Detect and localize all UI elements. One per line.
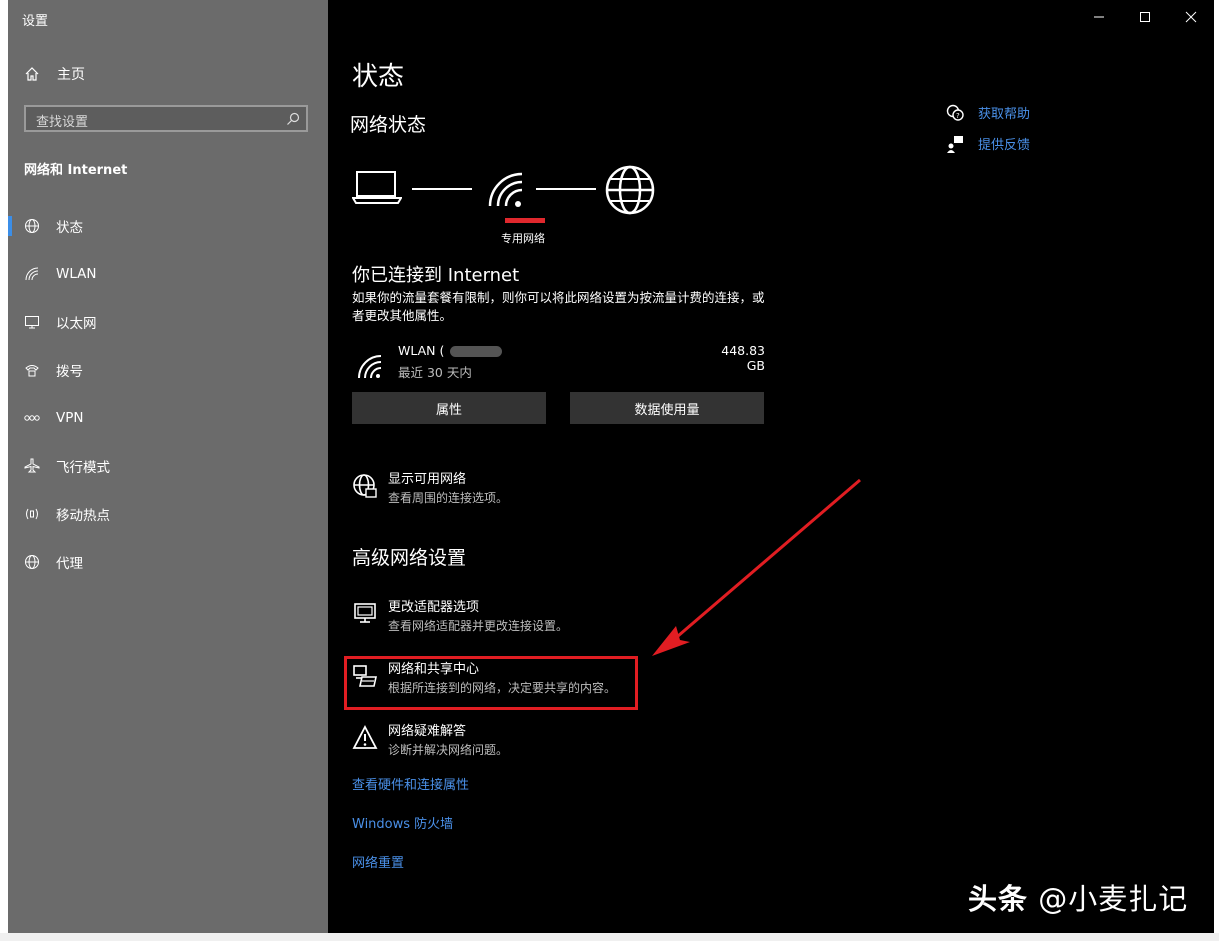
sidebar-section-title: 网络和 Internet [24, 163, 128, 178]
wifi-adapter-icon [358, 355, 382, 379]
show-networks-title: 显示可用网络 [388, 472, 467, 487]
sidebar-item-status[interactable]: 状态 [8, 202, 328, 250]
sidebar-item-label: 飞行模式 [56, 460, 110, 476]
troubleshoot-title: 网络疑难解答 [388, 724, 467, 739]
sidebar-item-wlan[interactable]: WLAN [8, 250, 328, 298]
warning-icon [352, 725, 378, 749]
advanced-settings-heading: 高级网络设置 [352, 547, 467, 569]
wifi-icon [24, 266, 40, 282]
help-chat-icon: ? [946, 104, 964, 121]
sidebar-home[interactable]: 主页 [24, 63, 85, 85]
ethernet-icon [24, 314, 40, 330]
sidebar-item-hotspot[interactable]: 移动热点 [8, 490, 328, 538]
adapter-options-item[interactable]: 更改适配器选项 查看网络适配器并更改连接设置。 [352, 599, 568, 635]
window-title: 设置 [22, 14, 49, 29]
dialup-icon [24, 362, 40, 378]
search-icon[interactable] [286, 112, 300, 126]
sidebar-item-label: VPN [56, 410, 84, 426]
sidebar-item-label: WLAN [56, 266, 97, 282]
minimize-button[interactable] [1076, 0, 1122, 34]
minimize-icon [1094, 16, 1104, 18]
maximize-icon [1140, 12, 1150, 22]
internet-globe-icon [605, 165, 655, 215]
feedback-icon [947, 135, 963, 153]
taskbar-strip [0, 933, 1219, 941]
troubleshoot-item[interactable]: 网络疑难解答 诊断并解决网络问题。 [352, 723, 508, 759]
connection-status-desc: 如果你的流量套餐有限制，则你可以将此网络设置为按流量计费的连接，或者更改其他属性… [352, 290, 765, 323]
sidebar-nav: 状态 WLAN 以太网 拨号 VPN 飞行模式 移动热点 代理 [8, 202, 328, 586]
adapter-icon [354, 603, 376, 623]
network-diagram: 专用网络 [352, 160, 672, 250]
hardware-properties-link[interactable]: 查看硬件和连接属性 [352, 774, 469, 793]
properties-button[interactable]: 属性 [352, 392, 546, 424]
globe-icon [24, 554, 40, 570]
settings-window: 设置 主页 查找设置 网络和 Internet 状态 WLAN 以太网 拨号 V… [8, 0, 1214, 933]
feedback-label: 提供反馈 [978, 138, 1031, 153]
sidebar-item-ethernet[interactable]: 以太网 [8, 298, 328, 346]
sidebar-item-airplane[interactable]: 飞行模式 [8, 442, 328, 490]
available-networks-icon [353, 474, 377, 498]
watermark: 头条 @小麦扎记 [968, 882, 1189, 916]
hotspot-icon [24, 506, 40, 522]
adapter-options-desc: 查看网络适配器并更改连接设置。 [388, 619, 569, 633]
main-content: 状态 网络状态 专用网络 你已连接到 Internet 如果你的流量套餐有限制，… [328, 0, 1214, 933]
home-icon [25, 67, 39, 81]
highlight-box [344, 656, 638, 710]
connection-line [412, 188, 472, 190]
home-label: 主页 [57, 67, 85, 83]
get-help-label: 获取帮助 [978, 107, 1031, 122]
maximize-button[interactable] [1122, 0, 1168, 34]
firewall-link[interactable]: Windows 防火墙 [352, 813, 453, 832]
connection-status-title: 你已连接到 Internet [352, 265, 520, 286]
redacted-network-name [505, 218, 545, 223]
connection-line [536, 188, 596, 190]
adapter-usage-period: 最近 30 天内 [398, 365, 472, 380]
close-icon [1185, 11, 1197, 23]
sidebar-item-label: 移动热点 [56, 508, 110, 524]
redacted-ssid [450, 346, 503, 357]
search-placeholder: 查找设置 [36, 115, 89, 130]
data-usage-button[interactable]: 数据使用量 [570, 392, 764, 424]
svg-text:?: ? [956, 112, 960, 120]
window-controls [1076, 0, 1214, 34]
laptop-icon [352, 171, 402, 204]
network-status-heading: 网络状态 [350, 114, 427, 136]
sidebar-item-vpn[interactable]: VPN [8, 394, 328, 442]
adapter-name: WLAN ( [398, 343, 503, 358]
search-input[interactable]: 查找设置 [24, 105, 308, 132]
globe-icon [24, 218, 40, 234]
close-button[interactable] [1168, 0, 1214, 34]
show-networks-desc: 查看周围的连接选项。 [388, 491, 509, 505]
adapter-data-used: 448.83 GB [721, 343, 765, 373]
network-profile-label: 专用网络 [501, 232, 545, 245]
sidebar-item-label: 代理 [56, 556, 83, 572]
show-networks-item[interactable]: 显示可用网络 查看周围的连接选项。 [352, 471, 508, 507]
troubleshoot-desc: 诊断并解决网络问题。 [388, 743, 509, 757]
feedback-link[interactable]: 提供反馈 [946, 134, 1030, 153]
sidebar-item-label: 以太网 [56, 316, 97, 332]
sidebar-item-dialup[interactable]: 拨号 [8, 346, 328, 394]
adapter-options-title: 更改适配器选项 [388, 600, 480, 615]
annotation-arrow [652, 478, 861, 656]
sidebar: 设置 主页 查找设置 网络和 Internet 状态 WLAN 以太网 拨号 V… [8, 0, 328, 933]
airplane-icon [24, 458, 40, 474]
network-reset-link[interactable]: 网络重置 [352, 852, 404, 871]
wifi-signal-icon [488, 172, 523, 207]
vpn-icon [24, 410, 40, 426]
page-title: 状态 [352, 62, 405, 92]
get-help-link[interactable]: ? 获取帮助 [946, 103, 1030, 122]
sidebar-item-proxy[interactable]: 代理 [8, 538, 328, 586]
sidebar-item-label: 拨号 [56, 364, 83, 380]
sidebar-item-label: 状态 [56, 220, 83, 236]
